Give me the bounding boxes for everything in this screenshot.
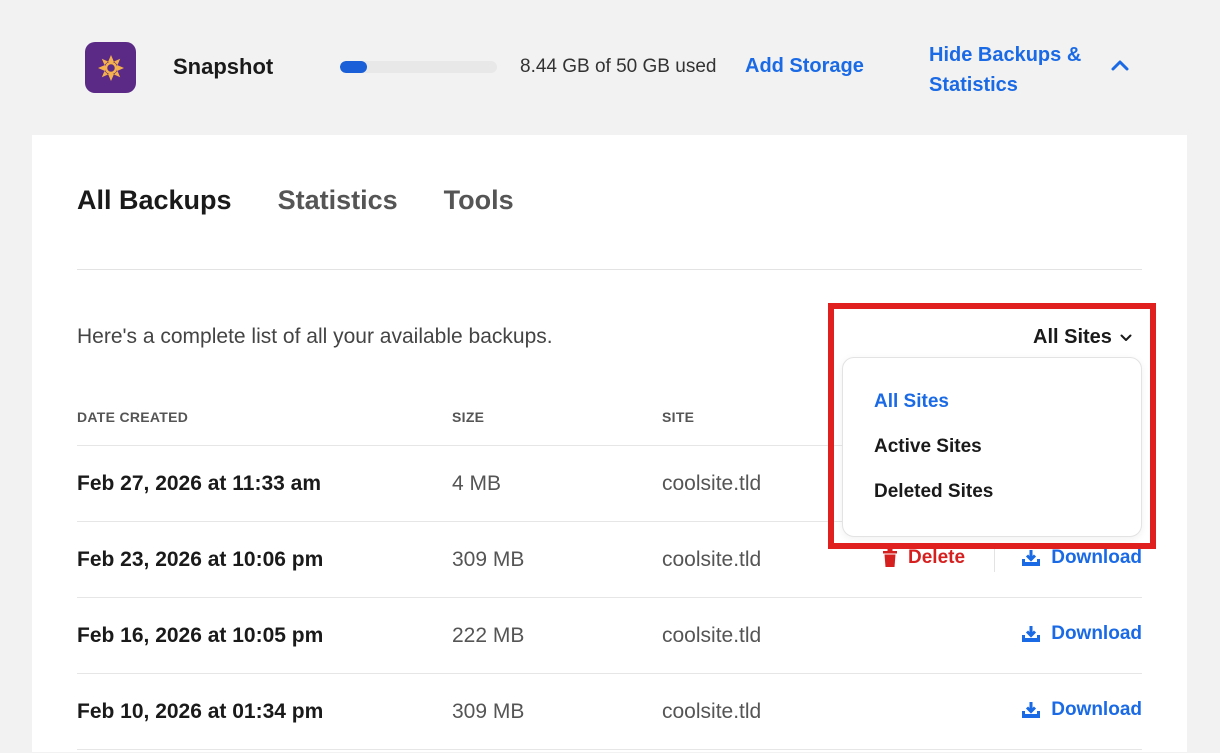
column-header-date: DATE CREATED <box>77 409 189 425</box>
backup-size: 309 MB <box>452 548 525 571</box>
download-label: Download <box>1051 699 1142 720</box>
site-filter-menu: All Sites Active Sites Deleted Sites <box>842 357 1142 537</box>
tab-statistics[interactable]: Statistics <box>278 185 398 216</box>
backup-date: Feb 16, 2026 at 10:05 pm <box>77 624 324 647</box>
chevron-down-icon <box>1120 334 1132 341</box>
add-storage-link[interactable]: Add Storage <box>745 55 864 78</box>
intro-text: Here's a complete list of all your avail… <box>77 325 553 348</box>
site-filter-label: All Sites <box>1033 326 1112 348</box>
trash-icon <box>883 549 897 567</box>
action-separator <box>994 546 995 572</box>
snapshot-logo-icon <box>85 42 136 93</box>
menu-item-deleted-sites[interactable]: Deleted Sites <box>874 481 993 503</box>
download-button[interactable]: Download <box>1021 623 1142 645</box>
site-filter-dropdown[interactable]: All Sites <box>1033 326 1132 349</box>
column-header-site: SITE <box>662 409 695 425</box>
tab-all-backups[interactable]: All Backups <box>77 185 232 216</box>
backup-site: coolsite.tld <box>662 624 762 647</box>
backup-date: Feb 10, 2026 at 01:34 pm <box>77 700 324 723</box>
backup-date: Feb 23, 2026 at 10:06 pm <box>77 548 324 571</box>
backup-size: 222 MB <box>452 624 525 647</box>
app-name: Snapshot <box>173 54 274 79</box>
backup-size: 4 MB <box>452 472 502 495</box>
storage-usage-bar <box>340 61 497 73</box>
download-icon <box>1022 550 1041 566</box>
tab-tools[interactable]: Tools <box>444 185 514 216</box>
column-header-size: SIZE <box>452 409 485 425</box>
backup-site: coolsite.tld <box>662 700 762 723</box>
download-label: Download <box>1051 623 1142 644</box>
table-row: Feb 16, 2026 at 10:05 pm 222 MB coolsite… <box>77 597 1142 674</box>
tab-divider <box>77 269 1142 270</box>
storage-usage-text: 8.44 GB of 50 GB used <box>520 56 717 77</box>
menu-item-all-sites[interactable]: All Sites <box>874 391 949 413</box>
storage-usage-fill <box>340 61 367 73</box>
download-icon <box>1022 626 1041 642</box>
download-button[interactable]: Download <box>1021 547 1142 569</box>
backup-site: coolsite.tld <box>662 472 762 495</box>
table-row-divider <box>77 749 1142 753</box>
download-label: Download <box>1051 547 1142 568</box>
download-icon <box>1022 702 1041 718</box>
backup-site: coolsite.tld <box>662 548 762 571</box>
backup-size: 309 MB <box>452 700 525 723</box>
table-row: Feb 10, 2026 at 01:34 pm 309 MB coolsite… <box>77 673 1142 750</box>
backup-date: Feb 27, 2026 at 11:33 am <box>77 472 321 495</box>
delete-label: Delete <box>908 547 966 568</box>
tab-bar: All Backups Statistics Tools <box>77 185 514 216</box>
delete-button[interactable]: Delete <box>882 547 965 569</box>
hide-backups-statistics-toggle[interactable]: Hide Backups & Statistics <box>929 40 1099 100</box>
chevron-up-icon[interactable] <box>1110 58 1130 72</box>
download-button[interactable]: Download <box>1021 699 1142 721</box>
menu-item-active-sites[interactable]: Active Sites <box>874 436 982 458</box>
app-header: Snapshot 8.44 GB of 50 GB used Add Stora… <box>0 0 1220 135</box>
